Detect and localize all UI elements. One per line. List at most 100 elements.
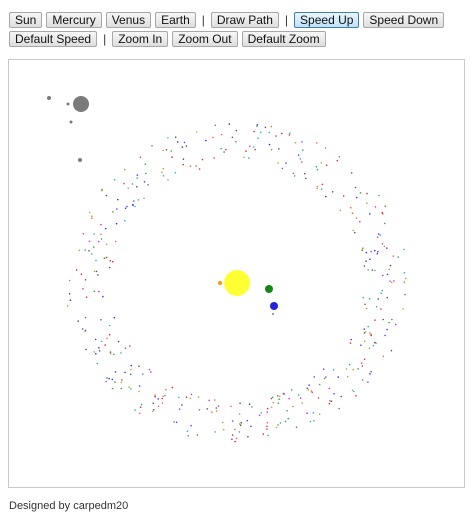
asteroid: [220, 133, 223, 136]
asteroid: [129, 345, 131, 347]
asteroid: [313, 420, 315, 422]
asteroid: [262, 433, 265, 435]
speed-up-button[interactable]: Speed Up: [294, 12, 360, 28]
asteroid: [318, 383, 321, 386]
asteroid: [276, 395, 279, 397]
asteroid: [190, 393, 193, 396]
venus-button[interactable]: Venus: [105, 12, 152, 28]
asteroid: [361, 365, 364, 367]
asteroid: [287, 417, 290, 420]
asteroid: [277, 402, 280, 405]
asteroid: [297, 394, 300, 396]
asteroid: [130, 368, 132, 371]
asteroid: [275, 426, 278, 429]
asteroid: [151, 410, 154, 413]
asteroid: [369, 213, 371, 215]
asteroid: [162, 167, 165, 170]
asteroid: [369, 332, 371, 334]
asteroid: [82, 288, 84, 290]
zoom-in-button[interactable]: Zoom In: [112, 31, 169, 47]
asteroid: [393, 280, 395, 282]
asteroid: [238, 423, 241, 425]
asteroid: [93, 351, 96, 353]
asteroid: [174, 171, 177, 174]
asteroid: [266, 428, 268, 430]
asteroid: [152, 402, 154, 405]
asteroid: [289, 132, 291, 134]
asteroid: [181, 404, 183, 406]
speed-down-button[interactable]: Speed Down: [363, 12, 445, 28]
asteroid: [187, 435, 189, 437]
asteroid: [116, 208, 118, 210]
asteroid: [284, 420, 287, 423]
asteroid: [182, 163, 184, 166]
asteroid: [285, 162, 287, 164]
asteroid: [198, 409, 201, 411]
asteroid: [105, 243, 108, 246]
mercury-button[interactable]: Mercury: [46, 12, 102, 28]
asteroid: [130, 388, 132, 390]
asteroid: [186, 430, 189, 432]
asteroid: [238, 431, 241, 433]
asteroid: [367, 381, 369, 383]
asteroid: [136, 185, 138, 188]
sun: [224, 270, 250, 296]
sun-button[interactable]: Sun: [9, 12, 43, 28]
default-speed-button[interactable]: Default Speed: [9, 31, 98, 47]
asteroid: [386, 247, 388, 249]
asteroid: [103, 257, 106, 259]
asteroid: [380, 292, 382, 294]
asteroid: [176, 141, 179, 143]
asteroid: [206, 408, 209, 410]
asteroid: [270, 397, 273, 400]
asteroid: [360, 344, 362, 347]
asteroid: [363, 340, 366, 343]
asteroid: [248, 157, 250, 159]
draw-path-button[interactable]: Draw Path: [210, 12, 279, 28]
asteroid: [354, 186, 357, 189]
asteroid: [249, 145, 251, 148]
small-moon: [66, 102, 70, 106]
zoom-out-button[interactable]: Zoom Out: [172, 31, 238, 47]
earth-button[interactable]: Earth: [155, 12, 196, 28]
asteroid: [279, 422, 282, 424]
asteroid: [267, 434, 269, 437]
asteroid: [364, 331, 367, 333]
asteroid: [394, 323, 397, 326]
asteroid: [308, 384, 310, 387]
asteroid: [77, 320, 79, 322]
asteroid: [100, 340, 103, 343]
asteroid: [342, 195, 345, 197]
asteroid: [131, 183, 134, 185]
asteroid: [351, 212, 354, 214]
asteroid: [336, 159, 339, 162]
asteroid: [386, 296, 389, 299]
asteroid: [370, 371, 372, 373]
asteroid: [140, 403, 143, 406]
asteroid: [299, 397, 302, 399]
asteroid: [124, 371, 126, 374]
asteroid: [286, 410, 289, 412]
asteroid: [253, 130, 255, 133]
asteroid: [185, 396, 188, 399]
asteroid: [328, 402, 331, 405]
asteroid: [217, 405, 220, 407]
asteroid: [333, 393, 335, 395]
asteroid: [109, 352, 112, 355]
asteroid: [165, 388, 167, 391]
asteroid: [170, 150, 172, 152]
asteroid: [380, 308, 382, 310]
asteroid: [305, 177, 307, 180]
gas-giant: [73, 96, 89, 112]
asteroid: [318, 413, 321, 416]
asteroid: [84, 279, 87, 281]
asteroid: [136, 177, 138, 179]
asteroid: [120, 381, 123, 384]
asteroid: [215, 407, 218, 409]
asteroid: [235, 129, 238, 132]
asteroid: [376, 236, 379, 238]
asteroid: [292, 172, 295, 175]
solar-system-canvas[interactable]: [8, 59, 465, 488]
default-zoom-button[interactable]: Default Zoom: [241, 31, 326, 47]
asteroid: [111, 387, 114, 390]
